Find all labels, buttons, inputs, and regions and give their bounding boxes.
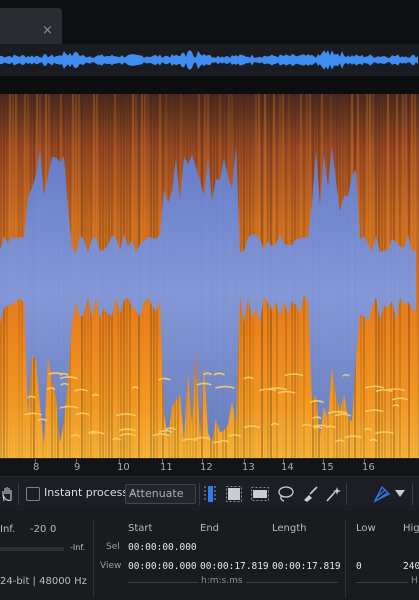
view-end-value[interactable]: 00:00:17.819 [200,561,269,572]
timeline-tick: 14 [281,462,294,473]
format-rule-right [246,582,338,583]
brush-tool-icon[interactable] [300,484,320,504]
timeline-ruler[interactable]: 8 9 10 11 12 13 14 15 16 [0,458,419,477]
timeline-tick: 13 [242,462,255,473]
meter-neg-inf-label: -Inf. [70,543,86,552]
instant-process-mode-select[interactable]: Attenuate ⌄ [125,484,196,504]
spectrogram-display[interactable] [0,94,419,458]
timeline-tick: 8 [33,462,40,473]
waveform-overview[interactable] [0,44,419,77]
view-length-value[interactable]: 00:00:17.819 [272,561,341,572]
start-header: Start [128,523,153,534]
frequency-selection-icon[interactable] [250,484,270,504]
high-header: High [403,523,419,534]
level-meter [0,547,64,551]
time-format-label: h:m:s.ms [201,576,243,586]
file-tab[interactable]: × [0,8,62,44]
magic-wand-icon[interactable] [323,484,343,504]
audio-format-label: 24-bit | 48000 Hz [0,576,87,587]
harmonic-selection-icon[interactable] [372,484,392,504]
timeline-tick: 9 [74,462,81,473]
sel-start-value[interactable]: 00:00:00.000 [128,542,197,553]
length-header: Length [272,523,307,534]
hand-tool-icon[interactable] [0,484,14,504]
timeline-tick: 12 [200,462,213,473]
spectrogram-top-strip [0,76,419,94]
timeline-tick: 11 [160,462,173,473]
low-frequency-value[interactable]: 0 [356,561,362,572]
timeline-tick: 16 [362,462,375,473]
lasso-tool-icon[interactable] [275,484,295,504]
time-selection-tool-icon[interactable] [203,484,217,504]
waveform-overview-graphic [0,50,418,70]
view-start-value[interactable]: 00:00:00.000 [128,561,197,572]
chevron-down-icon: ⌄ [129,487,137,497]
view-row-label: View [100,561,122,571]
tab-bar: × [0,0,419,44]
tools-toolbar: Instant process Attenuate ⌄ [0,476,419,512]
high-frequency-value[interactable]: 240 [403,561,419,572]
tab-close-icon[interactable]: × [42,23,53,38]
spectrogram-graphic [0,94,419,458]
freq-rule [356,582,408,583]
meter-inf-label: Inf. [0,524,16,535]
end-header: End [200,523,220,534]
low-header: Low [356,523,376,534]
timeline-tick: 15 [321,462,334,473]
timeline-tick: 10 [117,462,130,473]
instant-process-checkbox[interactable] [26,487,40,501]
meter-zero-label: 0 [50,524,57,535]
sel-row-label: Sel [106,542,120,552]
time-frequency-selection-icon[interactable] [225,484,243,504]
format-rule-left [128,582,198,583]
meter-minus20-label: -20 [30,524,47,535]
instant-process-label: Instant process [44,486,129,499]
tool-options-dropdown-icon[interactable] [394,484,406,504]
frequency-unit-label: H [411,576,418,586]
